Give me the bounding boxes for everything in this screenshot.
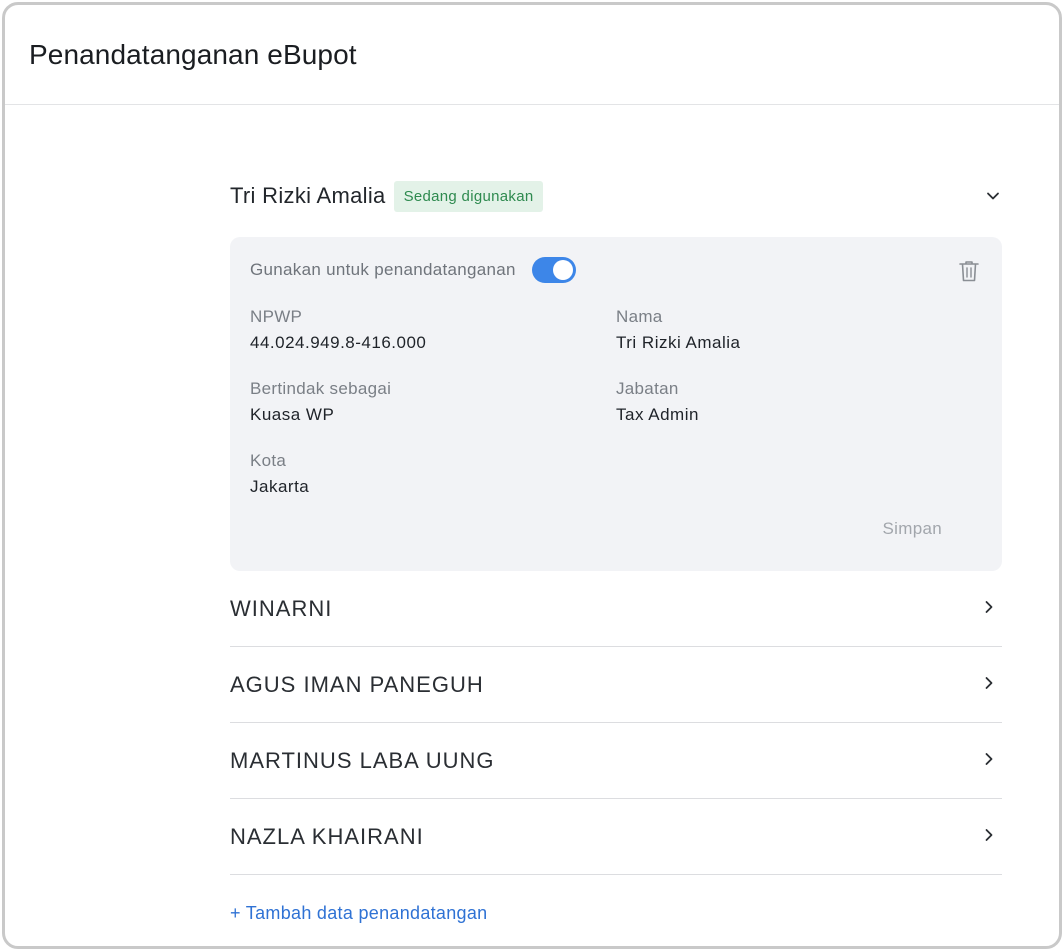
signer-list: Tri Rizki Amalia Sedang digunakan Gunaka…: [230, 165, 1002, 924]
use-for-signing-label: Gunakan untuk penandatanganan: [250, 260, 516, 279]
field-value: Kuasa WP: [250, 405, 335, 424]
signer-row[interactable]: WINARNI: [230, 571, 1002, 647]
signer-name: WINARNI: [230, 595, 333, 621]
field-jabatan: Jabatan Tax Admin: [616, 379, 699, 425]
use-for-signing-toggle[interactable]: [531, 257, 576, 283]
toggle-knob: [552, 260, 573, 280]
field-nama: Nama Tri Rizki Amalia: [616, 307, 741, 353]
add-signer-link[interactable]: + Tambah data penandatangan: [230, 903, 488, 924]
field-bertindak-sebagai: Bertindak sebagai Kuasa WP: [250, 379, 391, 425]
field-value: Tax Admin: [616, 405, 699, 424]
header: Penandatanganan eBupot: [5, 5, 1059, 105]
signer-name: MARTINUS LABA UUNG: [230, 747, 495, 773]
field-npwp: NPWP 44.024.949.8-416.000: [250, 307, 426, 353]
trash-icon[interactable]: [958, 259, 980, 283]
chevron-down-icon[interactable]: [986, 189, 1000, 203]
active-signer-header[interactable]: Tri Rizki Amalia Sedang digunakan: [230, 165, 1002, 227]
field-label: Jabatan: [616, 379, 679, 398]
chevron-right-icon[interactable]: [982, 752, 996, 766]
active-signer-name: Tri Rizki Amalia: [230, 183, 386, 208]
field-kota: Kota Jakarta: [250, 451, 309, 497]
chevron-right-icon[interactable]: [982, 828, 996, 842]
dialog-frame: Penandatanganan eBupot Tri Rizki Amalia …: [2, 2, 1062, 949]
field-value: 44.024.949.8-416.000: [250, 333, 427, 352]
signer-row[interactable]: MARTINUS LABA UUNG: [230, 723, 1002, 799]
field-label: Bertindak sebagai: [250, 379, 392, 398]
save-button[interactable]: Simpan: [883, 519, 942, 539]
signer-name: AGUS IMAN PANEGUH: [230, 671, 484, 697]
field-label: NPWP: [250, 307, 303, 326]
field-label: Kota: [250, 451, 287, 470]
chevron-right-icon[interactable]: [982, 600, 996, 614]
field-label: Nama: [616, 307, 663, 326]
field-value: Jakarta: [250, 477, 310, 496]
signer-name: NAZLA KHAIRANI: [230, 823, 424, 849]
signer-row[interactable]: AGUS IMAN PANEGUH: [230, 647, 1002, 723]
field-value: Tri Rizki Amalia: [616, 333, 741, 352]
signer-row[interactable]: NAZLA KHAIRANI: [230, 799, 1002, 875]
page-title: Penandatanganan eBupot: [29, 38, 357, 70]
status-badge: Sedang digunakan: [393, 180, 544, 212]
chevron-right-icon[interactable]: [982, 676, 996, 690]
use-for-signing-row: Gunakan untuk penandatanganan: [250, 257, 982, 283]
active-signer-panel: Gunakan untuk penandatanganan NPWP 44.02…: [230, 237, 1002, 571]
